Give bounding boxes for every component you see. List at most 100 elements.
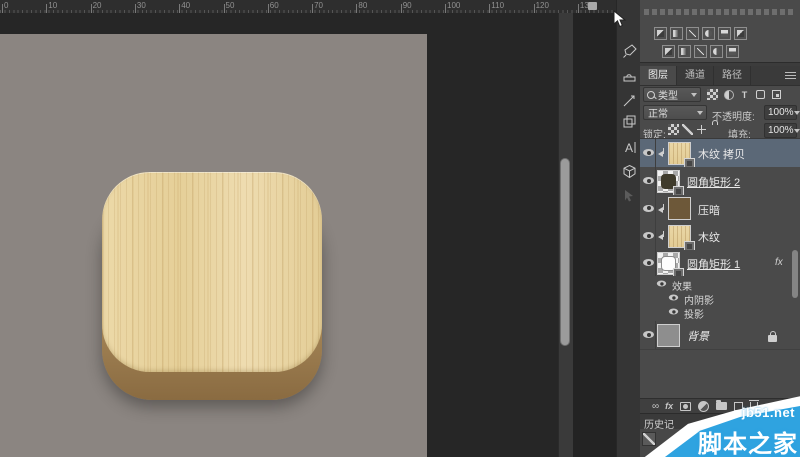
ruler-number: 60 bbox=[270, 1, 279, 10]
lock-transparent-icon[interactable] bbox=[668, 124, 679, 135]
fill-value: 100% bbox=[768, 125, 794, 136]
exposure-icon[interactable] bbox=[702, 27, 715, 40]
panel-scrollbar-thumb[interactable] bbox=[792, 250, 798, 298]
layer-row[interactable]: 圆角矩形 1 fx bbox=[640, 250, 800, 277]
ruler-tick bbox=[312, 4, 313, 13]
layer-name[interactable]: 背景 bbox=[687, 328, 709, 344]
background-lock-icon bbox=[768, 335, 777, 342]
opacity-value-box[interactable]: 100% bbox=[764, 105, 797, 120]
filter-kind-label: 类型 bbox=[658, 87, 678, 102]
canvas-scrollbar-thumb[interactable] bbox=[560, 158, 570, 346]
right-panel: 图层 通道 路径 类型 T 正常 不透明度: 100% 锁定: 填充: 100%… bbox=[640, 0, 800, 457]
visibility-eye-icon[interactable] bbox=[643, 232, 654, 239]
character-icon[interactable]: A bbox=[618, 136, 640, 158]
layer-row[interactable]: 木纹 bbox=[640, 222, 800, 251]
tool-presets-icon[interactable] bbox=[618, 90, 640, 112]
document-canvas[interactable] bbox=[0, 34, 427, 457]
black-white-icon[interactable] bbox=[678, 45, 691, 58]
panel-tab-bar: 图层 通道 路径 bbox=[640, 66, 800, 86]
tab-paths[interactable]: 路径 bbox=[714, 66, 751, 85]
channel-mixer-icon[interactable] bbox=[710, 45, 723, 58]
lock-pixels-icon[interactable] bbox=[682, 124, 693, 135]
tab-channels[interactable]: 通道 bbox=[677, 66, 714, 85]
layer-row[interactable]: 木纹 拷贝 bbox=[640, 139, 800, 168]
layer-thumbnail[interactable] bbox=[657, 252, 680, 275]
adjustments-row-1 bbox=[654, 27, 750, 41]
ruler-number: 30 bbox=[137, 1, 146, 10]
photo-filter-icon[interactable] bbox=[694, 45, 707, 58]
layer-name[interactable]: 压暗 bbox=[698, 202, 720, 218]
clone-source-icon[interactable] bbox=[618, 64, 640, 86]
ruler-tick bbox=[356, 4, 357, 13]
layer-thumbnail[interactable] bbox=[668, 197, 691, 220]
layer-name[interactable]: 木纹 bbox=[698, 229, 720, 245]
tab-layers[interactable]: 图层 bbox=[640, 66, 677, 85]
panel-menu-icon[interactable] bbox=[785, 72, 796, 79]
color-lookup-icon[interactable] bbox=[726, 45, 739, 58]
layer-row[interactable]: 压暗 bbox=[640, 195, 800, 223]
hue-saturation-icon[interactable] bbox=[734, 27, 747, 40]
ruler-number: 120 bbox=[536, 1, 549, 10]
layer-thumbnail[interactable] bbox=[668, 225, 691, 248]
layer-comps-icon[interactable] bbox=[618, 110, 640, 132]
ruler-number: 40 bbox=[181, 1, 190, 10]
pixel-filter-icon[interactable] bbox=[706, 88, 719, 101]
search-icon bbox=[647, 91, 655, 99]
ruler-tick bbox=[135, 4, 136, 13]
visibility-eye-icon[interactable] bbox=[643, 177, 654, 184]
layer-row[interactable]: 背景 bbox=[640, 321, 800, 350]
adjustment-filter-icon[interactable] bbox=[722, 88, 735, 101]
layer-fx-label[interactable]: fx bbox=[775, 257, 783, 268]
visibility-eye-icon[interactable] bbox=[669, 309, 678, 315]
watermark-brand-text: 脚本之家 bbox=[698, 424, 798, 457]
visibility-eye-icon[interactable] bbox=[669, 295, 678, 301]
ruler-tick bbox=[2, 4, 3, 13]
dock-collapse-icon[interactable] bbox=[588, 2, 597, 10]
lock-all-icon[interactable] bbox=[710, 124, 721, 135]
effects-group-row[interactable]: 效果 bbox=[640, 276, 800, 291]
link-layers-icon[interactable]: ∞ bbox=[652, 401, 658, 412]
effect-item-row[interactable]: 内阴影 bbox=[640, 291, 800, 305]
3d-icon[interactable] bbox=[618, 160, 640, 182]
visibility-eye-icon[interactable] bbox=[643, 259, 654, 266]
curves-icon[interactable] bbox=[686, 27, 699, 40]
layer-name[interactable]: 圆角矩形 1 bbox=[687, 256, 740, 272]
adjustment-layer-icon[interactable] bbox=[698, 401, 709, 412]
smart-object-filter-icon[interactable] bbox=[770, 88, 783, 101]
layer-thumbnail[interactable] bbox=[668, 142, 691, 165]
layer-row[interactable]: 圆角矩形 2 bbox=[640, 167, 800, 196]
chevron-down-icon bbox=[794, 129, 800, 133]
layer-thumbnail[interactable] bbox=[657, 324, 680, 347]
brush-presets-icon[interactable] bbox=[618, 40, 640, 62]
levels-icon[interactable] bbox=[670, 27, 683, 40]
history-brush-source-icon[interactable] bbox=[642, 432, 656, 446]
layer-thumbnail[interactable] bbox=[657, 170, 680, 193]
effect-item-row[interactable]: 投影 bbox=[640, 305, 800, 321]
layer-group-icon[interactable] bbox=[716, 402, 727, 410]
color-balance-icon[interactable] bbox=[662, 45, 675, 58]
vibrance-icon[interactable] bbox=[718, 27, 731, 40]
eye-column-divider bbox=[655, 222, 656, 250]
layer-name[interactable]: 圆角矩形 2 bbox=[687, 174, 740, 190]
brightness-contrast-icon[interactable] bbox=[654, 27, 667, 40]
visibility-eye-icon[interactable] bbox=[643, 149, 654, 156]
navigator-icon[interactable] bbox=[618, 184, 640, 206]
filter-kind-dropdown[interactable]: 类型 bbox=[643, 87, 701, 102]
adjustments-row-2 bbox=[662, 45, 742, 59]
layer-mask-icon[interactable] bbox=[680, 402, 691, 411]
visibility-eye-icon[interactable] bbox=[657, 281, 666, 287]
layer-style-fx-icon[interactable]: fx bbox=[665, 401, 673, 411]
fill-value-box[interactable]: 100% bbox=[764, 123, 797, 138]
blend-mode-dropdown[interactable]: 正常 bbox=[643, 105, 707, 120]
visibility-eye-icon[interactable] bbox=[643, 205, 654, 212]
wood-icon-top-face bbox=[102, 172, 322, 372]
type-filter-icon[interactable]: T bbox=[738, 88, 751, 101]
opacity-label: 不透明度: bbox=[712, 108, 755, 123]
shape-filter-icon[interactable] bbox=[754, 88, 767, 101]
layer-name[interactable]: 木纹 拷贝 bbox=[698, 146, 745, 162]
lock-position-icon[interactable] bbox=[696, 124, 707, 135]
watermark-site-text: jb51.net bbox=[742, 405, 795, 420]
eye-column-divider bbox=[655, 321, 656, 349]
visibility-eye-icon[interactable] bbox=[643, 331, 654, 338]
ruler-number: 0 bbox=[4, 1, 8, 10]
